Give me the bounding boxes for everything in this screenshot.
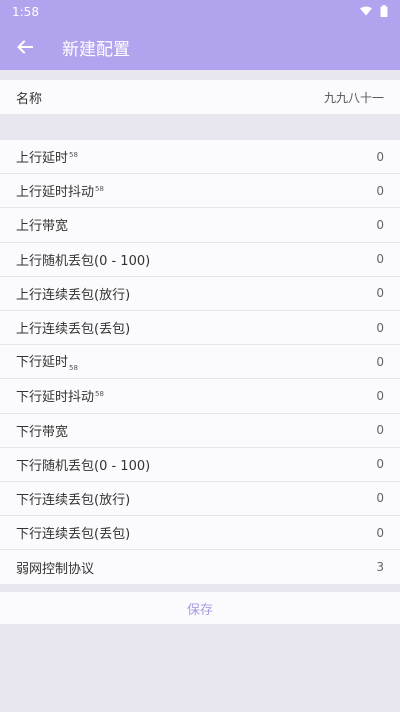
setting-row[interactable]: 下行连续丢包(丢包) 0 xyxy=(0,516,400,551)
setting-row[interactable]: 上行带宽 0 xyxy=(0,208,400,243)
setting-label-wrap: 上行延时58 xyxy=(16,147,78,166)
setting-label: 下行随机丢包(0 - 100) xyxy=(16,458,151,474)
setting-row[interactable]: 下行连续丢包(放行) 0 xyxy=(0,482,400,517)
setting-marker: 58 xyxy=(95,184,104,193)
setting-value[interactable]: 0 xyxy=(376,526,384,540)
setting-row[interactable]: 弱网控制协议 3 xyxy=(0,550,400,584)
setting-row[interactable]: 上行延时58 0 xyxy=(0,140,400,175)
setting-row[interactable]: 下行带宽 0 xyxy=(0,414,400,448)
setting-row[interactable]: 上行连续丢包(放行) 0 xyxy=(0,277,400,311)
back-arrow-icon[interactable] xyxy=(14,36,36,58)
setting-value[interactable]: 0 xyxy=(376,355,384,369)
setting-label-wrap: 下行连续丢包(丢包) xyxy=(16,523,130,542)
setting-label-wrap: 下行带宽 xyxy=(16,421,68,440)
setting-label: 上行连续丢包(丢包) xyxy=(16,322,131,338)
name-label: 名称 xyxy=(16,91,43,107)
setting-value[interactable]: 0 xyxy=(376,252,384,266)
setting-value[interactable]: 3 xyxy=(376,560,384,574)
setting-value[interactable]: 0 xyxy=(376,457,384,471)
setting-label: 上行延时抖动 xyxy=(16,185,95,201)
setting-value[interactable]: 0 xyxy=(376,218,384,232)
setting-row[interactable]: 上行随机丢包(0 - 100) 0 xyxy=(0,243,400,277)
settings-list: 上行延时58 0 上行延时抖动58 0 上行带宽 0 上行随机丢包(0 - 100) 0 上行连… xyxy=(0,140,400,585)
setting-label-wrap: 上行连续丢包(丢包) xyxy=(16,318,130,337)
setting-marker: 58 xyxy=(69,150,78,159)
setting-label: 上行带宽 xyxy=(16,219,69,235)
setting-marker: 58 xyxy=(69,364,78,373)
setting-label-wrap: 上行带宽 xyxy=(16,215,68,234)
setting-label-wrap: 下行延时58 xyxy=(16,351,78,372)
setting-label-wrap: 弱网控制协议 xyxy=(16,558,94,577)
wifi-icon xyxy=(360,5,372,19)
setting-value[interactable]: 0 xyxy=(376,321,384,335)
page-title: 新建配置 xyxy=(62,39,130,60)
setting-marker: 58 xyxy=(95,390,104,399)
setting-row[interactable]: 上行延时抖动58 0 xyxy=(0,174,400,209)
setting-label: 上行延时 xyxy=(16,151,69,167)
setting-row[interactable]: 下行延时抖动58 0 xyxy=(0,379,400,414)
save-button[interactable]: 保存 xyxy=(0,592,400,625)
setting-label-wrap: 上行连续丢包(放行) xyxy=(16,284,130,303)
setting-label-wrap: 上行延时抖动58 xyxy=(16,181,104,200)
setting-value[interactable]: 0 xyxy=(376,423,384,437)
setting-label: 下行延时 xyxy=(16,355,69,371)
setting-value[interactable]: 0 xyxy=(376,389,384,403)
name-field[interactable]: 名称 九九八十一 xyxy=(0,80,400,114)
setting-label: 下行连续丢包(放行) xyxy=(16,492,131,508)
setting-value[interactable]: 0 xyxy=(376,150,384,164)
setting-row[interactable]: 上行连续丢包(丢包) 0 xyxy=(0,311,400,346)
setting-label-wrap: 上行随机丢包(0 - 100) xyxy=(16,250,150,269)
setting-row[interactable]: 下行随机丢包(0 - 100) 0 xyxy=(0,448,400,482)
setting-label: 下行连续丢包(丢包) xyxy=(16,527,131,543)
battery-icon xyxy=(380,4,388,20)
status-icons xyxy=(360,4,388,20)
setting-label-wrap: 下行连续丢包(放行) xyxy=(16,489,130,508)
status-time: 1:58 xyxy=(12,5,39,19)
setting-label: 上行随机丢包(0 - 100) xyxy=(16,253,151,269)
name-value[interactable]: 九九八十一 xyxy=(324,89,384,106)
setting-row[interactable]: 下行延时58 0 xyxy=(0,345,400,380)
setting-label: 下行延时抖动 xyxy=(16,390,95,406)
app-bar: 新建配置 xyxy=(0,24,400,70)
setting-value[interactable]: 0 xyxy=(376,184,384,198)
setting-label: 下行带宽 xyxy=(16,424,69,440)
status-bar: 1:58 xyxy=(0,0,400,24)
setting-value[interactable]: 0 xyxy=(376,491,384,505)
setting-label: 上行连续丢包(放行) xyxy=(16,287,131,303)
setting-label: 弱网控制协议 xyxy=(16,561,95,577)
setting-label-wrap: 下行延时抖动58 xyxy=(16,386,104,405)
setting-value[interactable]: 0 xyxy=(376,286,384,300)
setting-label-wrap: 下行随机丢包(0 - 100) xyxy=(16,455,150,474)
